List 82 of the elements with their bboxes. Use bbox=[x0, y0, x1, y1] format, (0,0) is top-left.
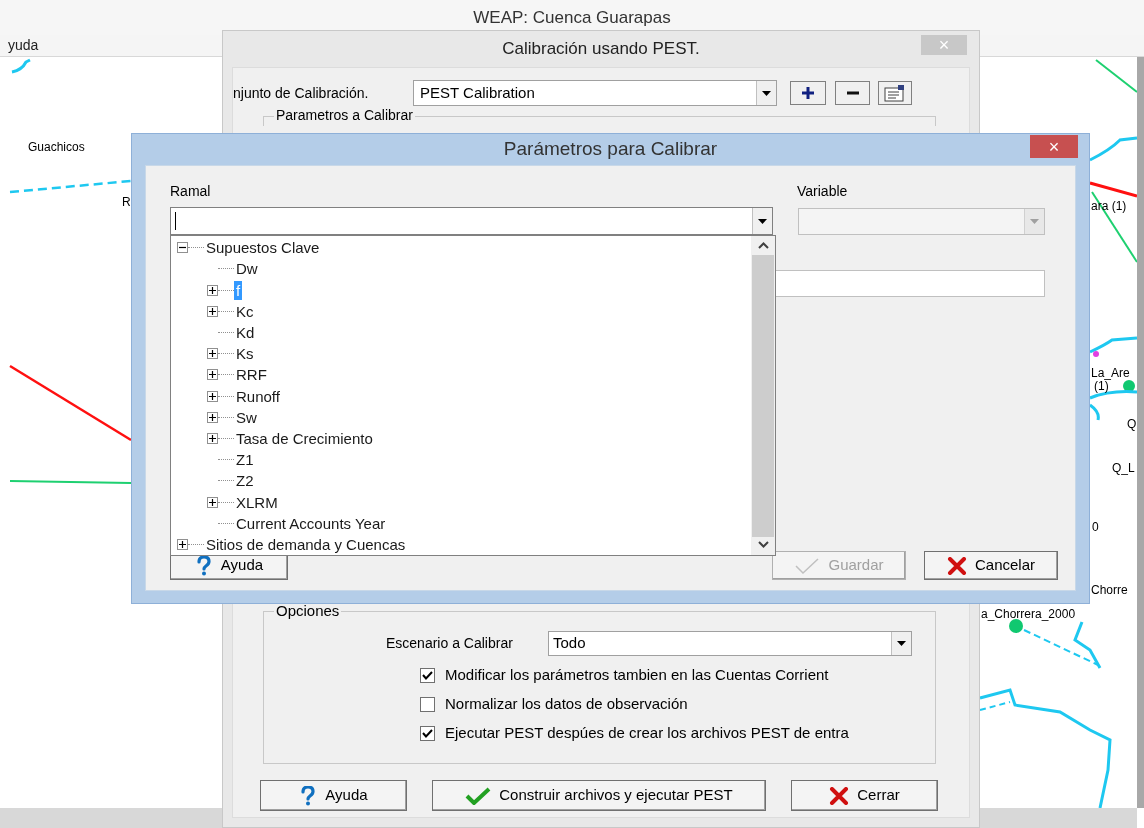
caret-icon bbox=[758, 218, 767, 224]
group-title: Parametros a Calibrar bbox=[274, 107, 415, 123]
map-label: La_Are bbox=[1091, 365, 1130, 381]
tree-item[interactable]: Z2 bbox=[234, 471, 256, 491]
map-label: Chorre bbox=[1091, 582, 1128, 599]
x-icon bbox=[947, 556, 967, 575]
window-title: WEAP: Cuenca Guarapas bbox=[473, 6, 671, 29]
window-title: Parámetros para Calibrar bbox=[503, 137, 718, 162]
expand-icon[interactable] bbox=[207, 390, 218, 402]
scroll-up-icon[interactable] bbox=[757, 242, 769, 249]
question-icon bbox=[194, 555, 213, 576]
checkbox[interactable] bbox=[420, 697, 435, 712]
checkbox-label: Ejecutar PEST despúes de crear los archivos PEST de entra bbox=[445, 723, 849, 744]
checkbox[interactable] bbox=[420, 668, 435, 683]
tree-item[interactable]: RRF bbox=[234, 365, 269, 385]
map-label: Guachicos bbox=[28, 139, 85, 156]
expand-icon[interactable] bbox=[207, 496, 218, 508]
tree-item[interactable]: Dw bbox=[234, 259, 260, 279]
tree-item[interactable]: Ks bbox=[234, 344, 256, 364]
menu-item[interactable]: yuda bbox=[8, 35, 39, 56]
ok-button[interactable]: Construir archivos y ejecutar PEST bbox=[432, 780, 766, 811]
checkbox[interactable] bbox=[420, 726, 435, 741]
question-icon bbox=[299, 785, 318, 806]
expand-icon[interactable] bbox=[207, 284, 218, 296]
combo-box[interactable] bbox=[170, 207, 773, 235]
map-label: R bbox=[122, 194, 131, 211]
expand-icon[interactable] bbox=[207, 411, 218, 423]
map-label: 0 bbox=[1092, 519, 1099, 536]
scrollbar[interactable] bbox=[751, 236, 775, 555]
caret-icon bbox=[1030, 218, 1039, 224]
caret-icon bbox=[762, 90, 771, 96]
scrollbar-thumb[interactable] bbox=[752, 255, 774, 537]
tree-item[interactable]: Supuestos Clave bbox=[204, 238, 322, 258]
field-label: Escenario a Calibrar bbox=[386, 634, 514, 653]
help-button[interactable]: Ayuda bbox=[260, 780, 407, 811]
expand-icon[interactable] bbox=[207, 369, 218, 381]
map-label: Q bbox=[1127, 416, 1137, 433]
minus-icon bbox=[846, 91, 859, 95]
tree-item[interactable]: Z1 bbox=[234, 450, 256, 470]
combo-box[interactable]: Todo bbox=[548, 631, 912, 656]
dropdown-button[interactable] bbox=[756, 81, 776, 105]
text-cursor bbox=[175, 212, 176, 230]
expand-icon[interactable] bbox=[177, 538, 188, 550]
plus-icon bbox=[802, 87, 814, 99]
map-label: (1) bbox=[1094, 379, 1109, 395]
expand-icon[interactable] bbox=[207, 348, 218, 360]
cancel-button[interactable]: Cerrar bbox=[791, 780, 938, 811]
field-label: njunto de Calibración. bbox=[233, 83, 370, 103]
tree-item[interactable]: Kc bbox=[234, 301, 256, 321]
field-label: Variable bbox=[797, 182, 848, 201]
x-icon bbox=[829, 786, 850, 805]
tree-item[interactable]: Tasa de Crecimiento bbox=[234, 428, 375, 448]
caret-icon bbox=[897, 641, 906, 646]
add-button[interactable] bbox=[790, 81, 826, 105]
tree-item[interactable]: Runoff bbox=[234, 386, 282, 406]
scrollbar[interactable] bbox=[1137, 57, 1144, 808]
map-label: Q_L bbox=[1112, 460, 1135, 477]
tree-item[interactable]: Sitios de demanda y Cuencas bbox=[204, 534, 408, 554]
check-icon bbox=[465, 786, 492, 805]
properties-icon bbox=[884, 84, 906, 102]
scroll-down-icon[interactable] bbox=[757, 541, 769, 548]
tree-item[interactable]: XLRM bbox=[234, 492, 280, 512]
properties-button[interactable] bbox=[878, 81, 912, 105]
tree-list[interactable]: Supuestos Clave Dw f Kc Kd Ks RRF Runoff Sw Tasa de Crecimiento Z1 Z2 XLRM Current Accounts Year Sitios de demanda y Cuencas bbox=[170, 235, 776, 556]
checkbox-label: Normalizar los datos de observación bbox=[445, 694, 688, 715]
remove-button[interactable] bbox=[835, 81, 870, 105]
cancel-button[interactable]: Cancelar bbox=[924, 551, 1058, 580]
tree-item[interactable]: Sw bbox=[234, 407, 259, 427]
tree-item[interactable]: Kd bbox=[234, 322, 257, 342]
collapse-icon[interactable] bbox=[177, 242, 188, 254]
checkbox-label: Modificar los parámetros tambien en las Cuentas Corrient bbox=[445, 665, 829, 686]
expand-icon[interactable] bbox=[207, 305, 218, 317]
map-label: a_Chorrera_2000 bbox=[981, 606, 1076, 623]
dropdown-button[interactable] bbox=[891, 632, 911, 655]
expand-icon[interactable] bbox=[207, 432, 218, 444]
dropdown-button[interactable] bbox=[752, 208, 772, 234]
tree-item[interactable]: Current Accounts Year bbox=[234, 513, 388, 533]
close-button[interactable]: × bbox=[1030, 135, 1078, 158]
check-icon bbox=[794, 556, 821, 575]
window-title: Calibración usando PEST. bbox=[502, 38, 700, 61]
field-label: Ramal bbox=[170, 182, 212, 201]
combo-box[interactable]: PEST Calibration bbox=[413, 80, 777, 106]
